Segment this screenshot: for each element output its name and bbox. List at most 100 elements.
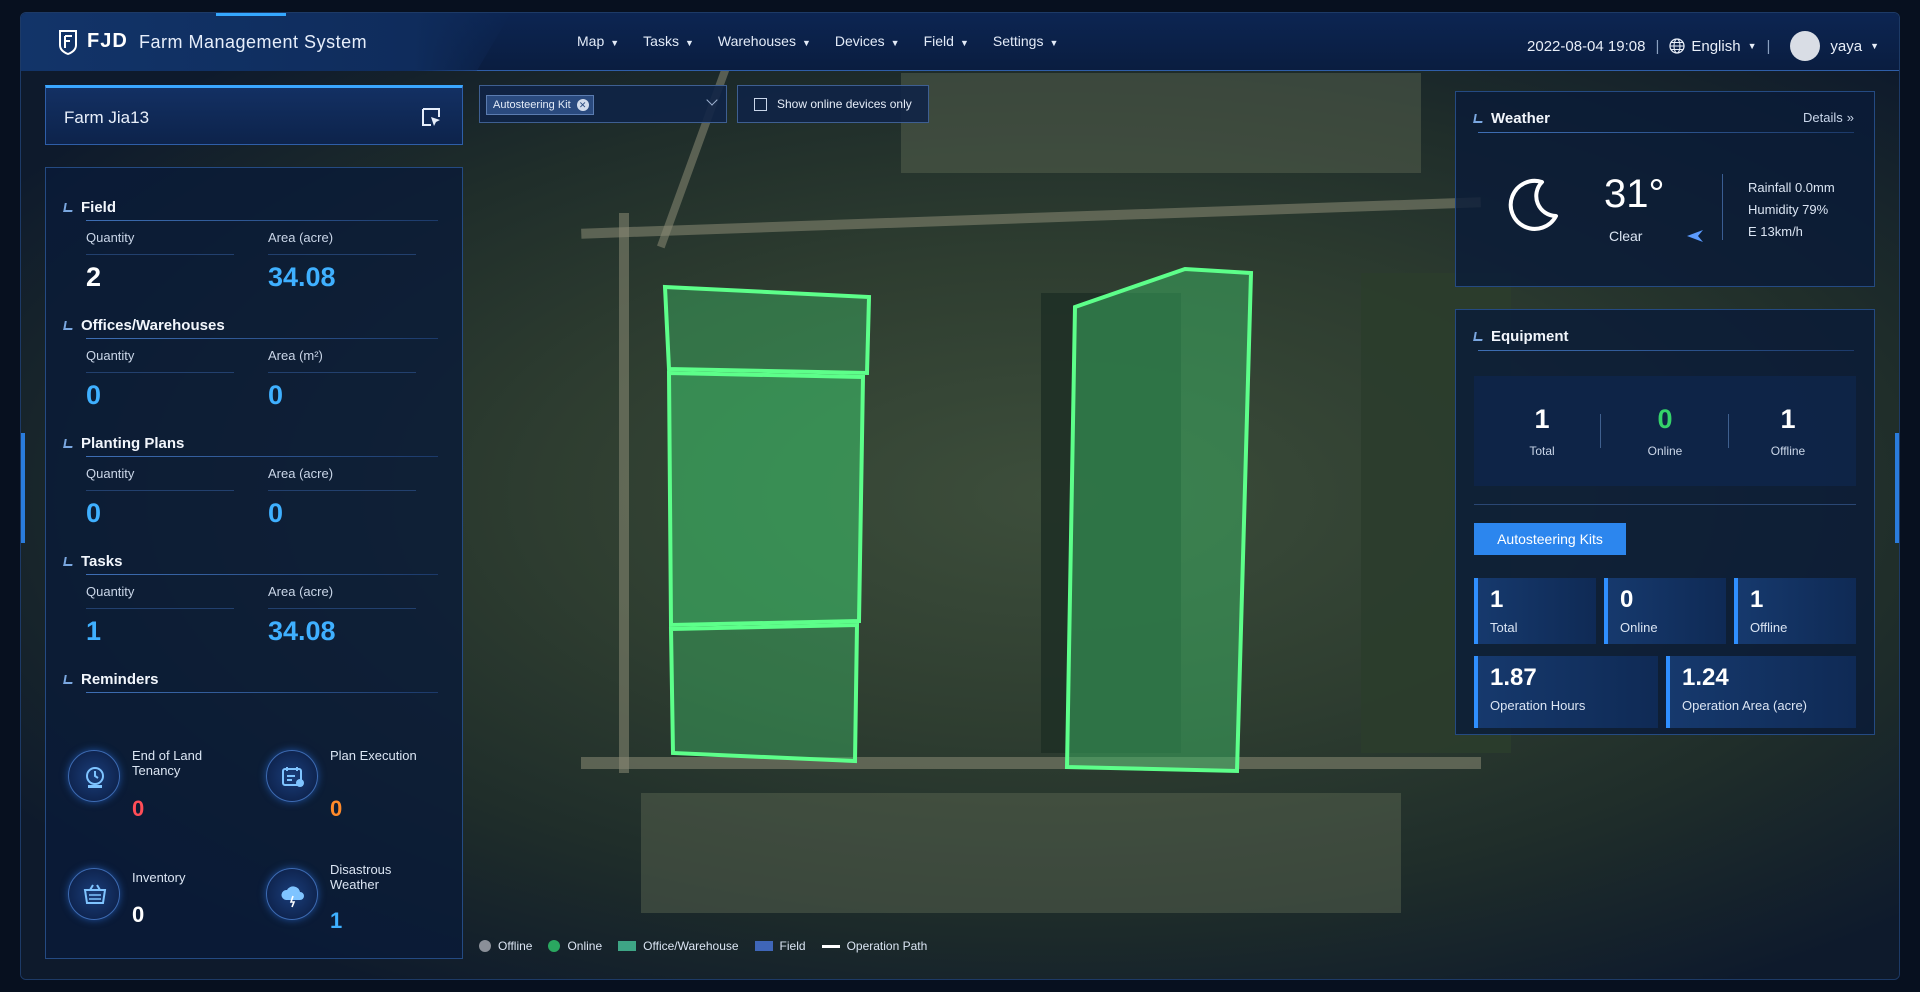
header-right: 2022-08-04 19:08 | English ▼ | yaya ▼ xyxy=(1527,31,1879,61)
fjd-logo-icon xyxy=(59,30,77,55)
weather-condition: Clear xyxy=(1609,228,1643,244)
plans-area: 0 xyxy=(268,498,284,528)
main-nav: Map ▼ Tasks ▼ Warehouses ▼ Devices ▼ Field ▼ … xyxy=(577,33,1082,49)
offline-dot-icon xyxy=(479,940,491,952)
reminder-label: Plan Execution xyxy=(330,748,417,763)
field-area-label: Area (acre) xyxy=(268,230,334,245)
operation-area: 1.24 xyxy=(1682,664,1729,691)
app-window: FJD Farm Management System Map ▼ Tasks ▼ W… xyxy=(20,12,1900,980)
field-swatch-icon xyxy=(754,941,773,951)
online-dot-icon xyxy=(548,940,561,952)
kits-total-label: Total xyxy=(1490,620,1518,635)
plans-quantity: 0 xyxy=(86,498,102,528)
device-type-select[interactable]: Autosteering Kit ✕ xyxy=(479,85,727,123)
logo-area: FJD Farm Management System xyxy=(21,13,511,71)
reminder-label: End of Land Tenancy xyxy=(132,748,203,778)
operation-area-card: 1.24 Operation Area (acre) xyxy=(1666,656,1856,728)
equipment-total-label: Total xyxy=(1529,444,1555,458)
equipment-offline: 1 xyxy=(1780,404,1796,434)
plans-area-label: Area (acre) xyxy=(268,466,334,481)
section-title-planting-plans: Planting Plans xyxy=(63,435,184,452)
equipment-summary: 1 Total 0 Online 1 Offline xyxy=(1474,376,1856,486)
farm-selector[interactable]: Farm Jia13 xyxy=(45,85,463,145)
weather-details-link[interactable]: Details» xyxy=(1803,110,1854,125)
kits-offline-card: 1 Offline xyxy=(1734,578,1856,644)
kits-total: 1 xyxy=(1490,586,1504,613)
wind-direction-icon xyxy=(1687,230,1703,242)
nav-map[interactable]: Map ▼ xyxy=(577,33,619,49)
operation-hours-card: 1.87 Operation Hours xyxy=(1474,656,1658,728)
section-title-offices: Offices/Warehouses xyxy=(63,317,225,334)
chevron-down-icon: ▼ xyxy=(610,38,620,48)
offices-area: 0 xyxy=(268,380,284,410)
farm-name: Farm Jia13 xyxy=(64,108,150,127)
language-select[interactable]: English ▼ xyxy=(1669,38,1756,55)
kits-offline-label: Offline xyxy=(1750,620,1788,635)
nav-warehouses[interactable]: Warehouses ▼ xyxy=(718,33,811,49)
user-menu[interactable]: yaya ▼ xyxy=(1780,31,1879,61)
tasks-quantity-label: Quantity xyxy=(86,584,135,599)
equipment-offline-label: Offline xyxy=(1770,444,1806,458)
kits-offline: 1 xyxy=(1750,586,1764,613)
plans-quantity-label: Quantity xyxy=(86,466,135,481)
temperature: 31° xyxy=(1604,172,1665,216)
app-frame: FJD Farm Management System Map ▼ Tasks ▼ W… xyxy=(0,0,1920,992)
chevron-down-icon: ▼ xyxy=(959,38,969,48)
divider: | xyxy=(1655,37,1660,55)
brand-name: FJD xyxy=(87,30,128,52)
offices-quantity: 0 xyxy=(86,380,102,410)
nav-field[interactable]: Field ▼ xyxy=(924,33,969,49)
nav-settings[interactable]: Settings ▼ xyxy=(993,33,1059,49)
farm-overview-panel: Field Quantity Area (acre) 2 34.08 Offic… xyxy=(45,167,463,959)
moon-icon xyxy=(1508,178,1558,231)
selected-tag: Autosteering Kit ✕ xyxy=(486,95,594,115)
online-only-checkbox[interactable] xyxy=(754,98,767,111)
chevron-down-icon: ▼ xyxy=(890,38,900,48)
chevron-down-icon: ▼ xyxy=(1049,38,1059,48)
select-farm-icon[interactable] xyxy=(420,106,442,128)
equipment-total: 1 xyxy=(1534,404,1550,434)
equipment-online: 0 xyxy=(1657,404,1673,434)
field-polygon-2[interactable] xyxy=(1064,266,1254,774)
globe-icon xyxy=(1669,38,1686,54)
autosteering-kits-tab[interactable]: Autosteering Kits xyxy=(1474,523,1626,555)
legend-offline: Offline xyxy=(479,939,532,953)
section-title-weather: Weather xyxy=(1473,110,1550,127)
nav-tasks[interactable]: Tasks ▼ xyxy=(643,33,694,49)
legend-field: Field xyxy=(754,939,806,953)
online-only-label: Show online devices only xyxy=(777,97,912,111)
field-area: 34.08 xyxy=(268,262,336,292)
online-only-filter[interactable]: Show online devices only xyxy=(737,85,929,123)
rainfall: Rainfall 0.0mm xyxy=(1748,180,1835,195)
field-polygon-1[interactable] xyxy=(662,284,872,764)
nav-devices[interactable]: Devices ▼ xyxy=(835,33,900,49)
equipment-online-label: Online xyxy=(1647,444,1683,458)
reminder-value: 0 xyxy=(132,902,145,927)
kits-online-label: Online xyxy=(1620,620,1658,635)
legend-office-warehouse: Office/Warehouse xyxy=(618,939,739,953)
humidity: Humidity 79% xyxy=(1748,202,1829,217)
chevron-down-icon: ▼ xyxy=(1747,41,1757,51)
double-chevron-right-icon: » xyxy=(1846,110,1854,125)
reminder-value: 0 xyxy=(330,796,343,821)
chevron-down-icon: ▼ xyxy=(801,38,811,48)
operation-area-label: Operation Area (acre) xyxy=(1682,698,1808,713)
offices-quantity-label: Quantity xyxy=(86,348,135,363)
offices-area-label: Area (m²) xyxy=(268,348,323,363)
close-icon[interactable]: ✕ xyxy=(576,99,589,111)
divider: | xyxy=(1766,37,1771,55)
chevron-down-icon: ▼ xyxy=(684,38,694,48)
tasks-area: 34.08 xyxy=(268,616,336,646)
section-title-equipment: Equipment xyxy=(1473,328,1569,345)
inventory-icon xyxy=(68,868,120,920)
section-title-reminders: Reminders xyxy=(63,671,159,688)
office-swatch-icon xyxy=(618,941,637,951)
operation-hours: 1.87 xyxy=(1490,664,1537,691)
map-legend: Offline Online Office/Warehouse Field Op… xyxy=(479,939,943,953)
section-title-field: Field xyxy=(63,199,116,216)
wind: E 13km/h xyxy=(1748,224,1803,239)
field-quantity: 2 xyxy=(86,262,102,292)
path-line-icon xyxy=(821,944,840,948)
datetime: 2022-08-04 19:08 xyxy=(1527,37,1646,55)
tasks-area-label: Area (acre) xyxy=(268,584,334,599)
